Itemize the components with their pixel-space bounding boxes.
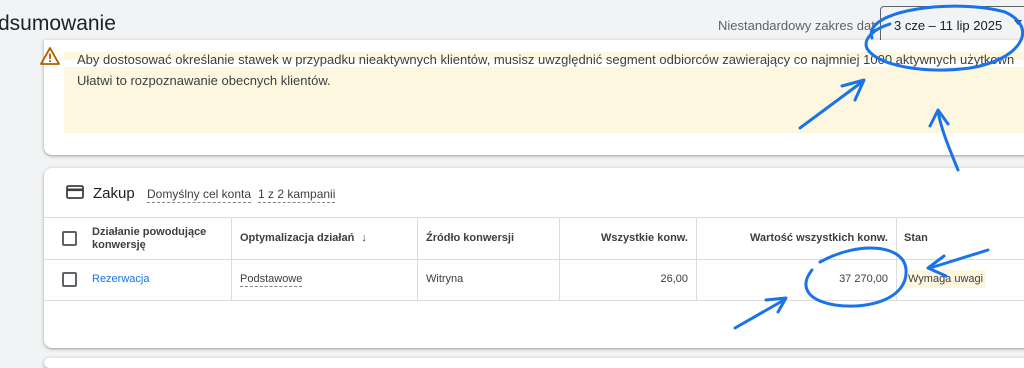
header-source[interactable]: Źródło konwersji (418, 218, 560, 259)
conversion-group-title: Zakup (93, 185, 135, 202)
warning-text-line1: Aby dostosować określanie stawek w przyp… (77, 52, 1015, 67)
header-all-value-label: Wartość wszystkich konw. (750, 232, 888, 244)
header-optimization-label: Optymalizacja działań (240, 232, 355, 244)
all-value-value: 37 270,00 (839, 273, 888, 285)
conversion-action-link[interactable]: Rezerwacja (92, 273, 149, 285)
campaigns-link[interactable]: 1 z 2 kampanii (258, 187, 336, 203)
source-value: Witryna (426, 273, 464, 285)
table-row[interactable]: Rezerwacja Podstawowe Witryna 26,00 37 2… (44, 258, 1024, 301)
date-range-label: Niestandardowy zakres dat (718, 18, 875, 33)
header-action[interactable]: Działanie powodujące konwersję (82, 218, 232, 259)
sort-arrow-down-icon: ↓ (361, 232, 367, 244)
optimization-value[interactable]: Podstawowe (240, 273, 303, 287)
warning-text-line2: Ułatwi to rozpoznawanie obecnych klientó… (77, 73, 331, 88)
page-title: dsumowanie (0, 12, 116, 35)
goal-link[interactable]: Domyślny cel konta (147, 187, 252, 203)
select-all-checkbox[interactable] (62, 231, 77, 246)
warning-text: Aby dostosować określanie stawek w przyp… (77, 49, 1017, 91)
header-all-conv[interactable]: Wszystkie konw. (560, 218, 697, 259)
header-status[interactable]: Stan (897, 218, 1024, 259)
header-status-label: Stan (904, 232, 928, 244)
warning-icon (40, 47, 60, 70)
header-action-line2: konwersję (92, 239, 146, 251)
header-optimization[interactable]: Optymalizacja działań ↓ (232, 218, 418, 259)
row-checkbox[interactable] (62, 272, 77, 287)
header-all-value[interactable]: Wartość wszystkich konw. (697, 218, 897, 259)
header-source-label: Źródło konwersji (426, 232, 515, 244)
credit-card-icon (66, 185, 84, 204)
header-all-conv-label: Wszystkie konw. (600, 232, 688, 244)
status-badge: Wymaga uwagi (905, 270, 987, 288)
date-range-picker[interactable]: 3 cze – 11 lip 2025 (880, 6, 1024, 44)
conversion-card: Zakup Domyślny cel konta 1 z 2 kampanii … (44, 168, 1024, 348)
dropdown-arrow-icon (1014, 20, 1022, 25)
date-range-value: 3 cze – 11 lip 2025 (894, 18, 1003, 33)
table-header: Działanie powodujące konwersję Optymaliz… (44, 217, 1024, 260)
all-conv-value: 26,00 (660, 273, 688, 285)
next-card (44, 358, 1024, 368)
header-action-line1: Działanie powodujące (92, 226, 207, 238)
